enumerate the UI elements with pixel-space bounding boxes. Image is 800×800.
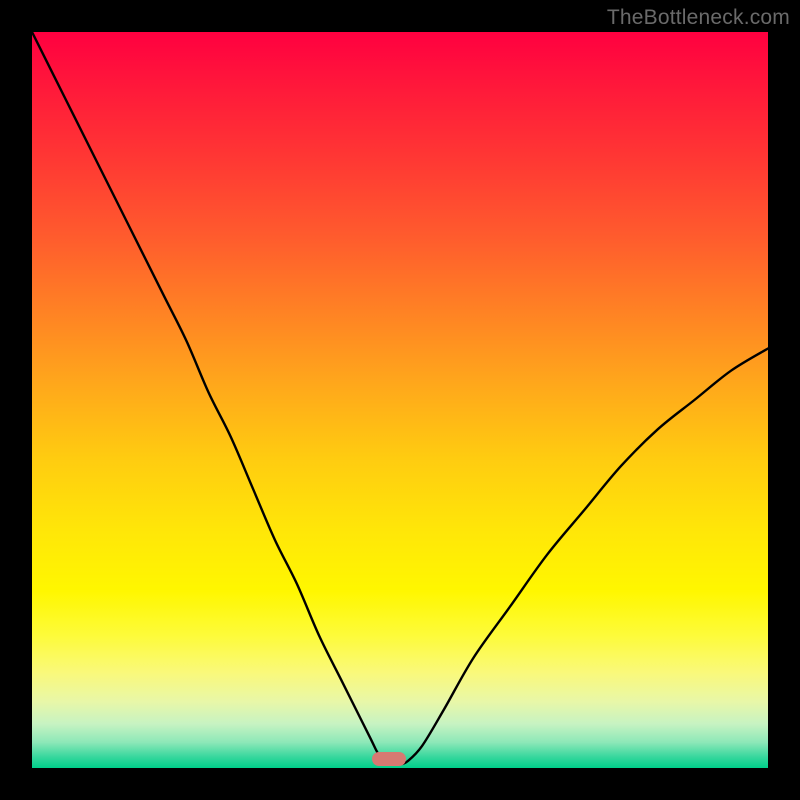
watermark-text: TheBottleneck.com bbox=[607, 6, 790, 30]
optimum-marker bbox=[372, 752, 406, 766]
plot-area bbox=[32, 32, 768, 768]
chart-frame: TheBottleneck.com bbox=[0, 0, 800, 800]
bottleneck-curve bbox=[32, 32, 768, 768]
